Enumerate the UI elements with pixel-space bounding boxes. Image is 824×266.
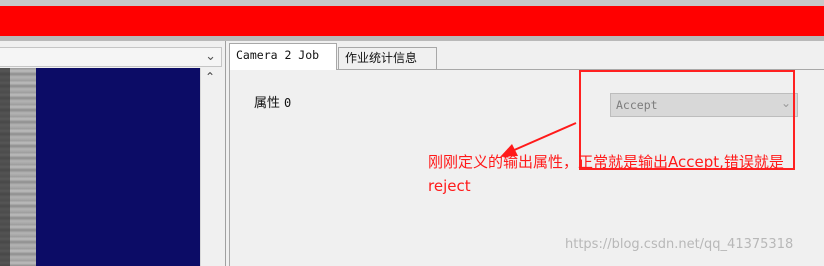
- property-label-text: 属性: [254, 96, 281, 111]
- camera-image-strip: [0, 68, 36, 266]
- tab-job-statistics[interactable]: 作业统计信息: [338, 47, 437, 69]
- camera-image-view[interactable]: [0, 68, 200, 266]
- annotation-text: 刚刚定义的输出属性，正常就是输出Accept,错误就是reject: [428, 153, 784, 195]
- property-label: 属性 0: [254, 92, 291, 111]
- application-window: ⌄ ⌃ Camera 2 Job 作业统计信息 属性 0 Accept ⌄ 刚刚定…: [0, 0, 824, 266]
- vertical-scrollbar[interactable]: ⌃: [200, 68, 222, 266]
- camera-panel: ⌄ ⌃: [0, 41, 226, 266]
- title-bar: [0, 6, 824, 36]
- watermark: https://blog.csdn.net/qq_41375318: [565, 237, 794, 252]
- scroll-up-arrow-icon[interactable]: ⌃: [205, 70, 215, 84]
- camera-selector[interactable]: ⌄: [0, 47, 222, 67]
- property-index: 0: [284, 96, 292, 110]
- tab-camera-2-job[interactable]: Camera 2 Job: [229, 43, 337, 70]
- chevron-down-icon[interactable]: ⌄: [205, 49, 216, 65]
